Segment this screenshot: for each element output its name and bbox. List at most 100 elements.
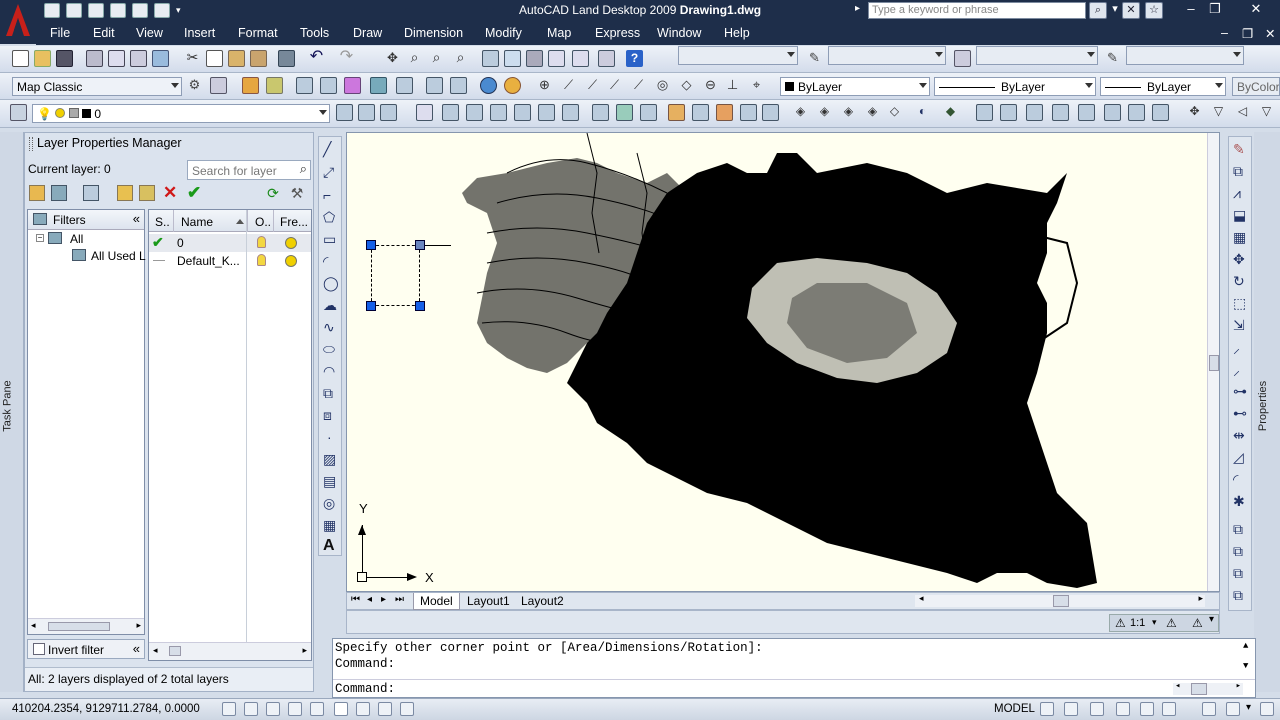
workspace-settings-icon[interactable]: ⚙ bbox=[186, 77, 203, 94]
qnew-icon[interactable] bbox=[12, 50, 29, 67]
grip-top-left[interactable] bbox=[366, 240, 376, 250]
make-block-icon[interactable]: ⧈ bbox=[323, 407, 332, 424]
polyline-icon[interactable]: ⌐ bbox=[323, 187, 331, 203]
make-current-layer-icon[interactable] bbox=[336, 104, 353, 121]
layer-states-icon[interactable] bbox=[380, 104, 397, 121]
express-tool-7-icon[interactable] bbox=[562, 104, 579, 121]
model-space-toggle[interactable]: MODEL bbox=[994, 703, 1035, 715]
polar-tracking-icon[interactable] bbox=[288, 702, 302, 716]
scroll-thumb[interactable] bbox=[1053, 595, 1069, 607]
redo-arrow-icon[interactable]: ↷ bbox=[338, 49, 355, 67]
search-icon[interactable]: ⌕ bbox=[1089, 2, 1107, 19]
table-row[interactable]: Default_K... bbox=[149, 252, 311, 270]
grid-mode-icon[interactable] bbox=[244, 702, 258, 716]
settings-wrench-icon[interactable]: ⚒ bbox=[289, 185, 305, 201]
trim-icon[interactable]: ⸝ bbox=[1233, 339, 1240, 358]
tab-layout2[interactable]: Layout2 bbox=[517, 594, 568, 608]
draworder-3-icon[interactable]: ⧉ bbox=[1233, 565, 1243, 582]
table-style-icon[interactable] bbox=[954, 50, 971, 67]
new-layer-icon[interactable] bbox=[117, 185, 133, 201]
express-tool-3-icon[interactable] bbox=[466, 104, 483, 121]
properties-icon[interactable] bbox=[482, 50, 499, 67]
hatch-icon[interactable]: ▨ bbox=[323, 451, 336, 468]
move-icon[interactable]: ✥ bbox=[1233, 251, 1245, 268]
next-tab-icon[interactable]: ▸ bbox=[381, 594, 386, 605]
map-tool-5-icon[interactable] bbox=[344, 77, 361, 94]
break-icon[interactable]: ⊷ bbox=[1233, 405, 1247, 422]
menu-draw[interactable]: Draw bbox=[353, 26, 382, 40]
last-tab-icon[interactable]: ⏭ bbox=[395, 594, 404, 605]
toolbar-lock-icon[interactable] bbox=[1226, 702, 1240, 716]
table-style-combo[interactable] bbox=[976, 46, 1098, 65]
layer-combo[interactable]: 💡 0 bbox=[32, 104, 330, 123]
join-icon[interactable]: ⇹ bbox=[1233, 427, 1245, 444]
express-tool-16-icon[interactable]: ◈ bbox=[792, 104, 809, 121]
map-tool-2-icon[interactable] bbox=[266, 77, 283, 94]
annotation-visibility-icon[interactable]: ⚠ bbox=[1166, 616, 1177, 630]
plot-icon[interactable] bbox=[86, 50, 103, 67]
help-icon[interactable]: ? bbox=[626, 50, 643, 67]
tree-expand-icon[interactable]: − bbox=[36, 234, 44, 242]
quick-view-layouts-icon[interactable] bbox=[1040, 702, 1054, 716]
object-snap-tracking-icon[interactable] bbox=[334, 702, 348, 716]
pan-status-icon[interactable] bbox=[1090, 702, 1104, 716]
new-layer-vp-frozen-icon[interactable] bbox=[139, 185, 155, 201]
ellipse-icon[interactable]: ⬭ bbox=[323, 341, 335, 358]
print-icon[interactable] bbox=[110, 3, 126, 18]
express-tool-33-icon[interactable]: ◁ bbox=[1234, 104, 1251, 121]
menu-help[interactable]: Help bbox=[724, 26, 750, 40]
globe-icon[interactable] bbox=[480, 77, 497, 94]
undo-icon[interactable] bbox=[132, 3, 148, 18]
express-tool-11-icon[interactable] bbox=[668, 104, 685, 121]
tree-item-all[interactable]: All bbox=[70, 232, 83, 246]
qa-dropdown-icon[interactable]: ▾ bbox=[176, 3, 186, 18]
match-properties-icon[interactable] bbox=[250, 50, 267, 67]
grip-top-right[interactable] bbox=[415, 240, 425, 250]
prev-tab-icon[interactable]: ◂ bbox=[367, 594, 372, 605]
snap-quadrant-icon[interactable]: ◇ bbox=[678, 77, 695, 94]
markup-icon[interactable] bbox=[572, 50, 589, 67]
lightbulb-on-icon[interactable] bbox=[257, 236, 266, 248]
layer-previous-icon[interactable] bbox=[358, 104, 375, 121]
draworder-4-icon[interactable]: ⧉ bbox=[1233, 587, 1243, 604]
pan-icon[interactable]: ✥ bbox=[384, 50, 401, 67]
collapse-filters-icon[interactable]: « bbox=[133, 211, 140, 226]
new-icon[interactable] bbox=[44, 3, 60, 18]
rectangle-icon[interactable]: ▭ bbox=[323, 231, 336, 248]
spline-icon[interactable]: ∿ bbox=[323, 319, 335, 336]
collapse-icon[interactable]: « bbox=[133, 641, 140, 656]
tool-palettes-icon[interactable] bbox=[526, 50, 543, 67]
command-prompt[interactable]: Command: bbox=[335, 682, 395, 696]
scroll-thumb[interactable] bbox=[48, 622, 110, 631]
sheet-set-icon[interactable] bbox=[548, 50, 565, 67]
auto-scale-icon[interactable]: ⚠ bbox=[1192, 616, 1203, 630]
doc-close-button[interactable]: ✕ bbox=[1265, 26, 1275, 41]
menu-window[interactable]: Window bbox=[657, 26, 701, 40]
line-icon[interactable]: ╱ bbox=[323, 141, 331, 158]
map-tool-3-icon[interactable] bbox=[296, 77, 313, 94]
stretch-icon[interactable]: ⇲ bbox=[1233, 317, 1245, 334]
plotstyle-combo[interactable]: ByColor bbox=[1232, 77, 1280, 96]
layer-search-input[interactable]: Search for layer ⌕ bbox=[187, 160, 311, 180]
col-name[interactable]: Name bbox=[181, 215, 213, 229]
menu-file[interactable]: File bbox=[50, 26, 70, 40]
refresh-icon[interactable]: ⟳ bbox=[265, 185, 281, 201]
break-point-icon[interactable]: ⊶ bbox=[1233, 383, 1247, 400]
menu-map[interactable]: Map bbox=[547, 26, 571, 40]
3d-dwf-icon[interactable] bbox=[152, 50, 169, 67]
rotate-icon[interactable]: ↻ bbox=[1233, 273, 1245, 290]
undo-arrow-icon[interactable]: ↶ bbox=[308, 49, 325, 67]
snap-nearest-icon[interactable]: ⌖ bbox=[748, 77, 765, 94]
snap-midpoint-icon[interactable]: ⟋ bbox=[560, 77, 577, 94]
sun-thawed-icon[interactable] bbox=[285, 255, 297, 267]
express-tool-24-icon[interactable] bbox=[1000, 104, 1017, 121]
menu-view[interactable]: View bbox=[136, 26, 163, 40]
express-tool-8-icon[interactable] bbox=[592, 104, 609, 121]
lightbulb-on-icon[interactable] bbox=[257, 254, 266, 266]
table-row[interactable]: ✔ 0 bbox=[149, 234, 311, 252]
delete-layer-icon[interactable]: ✕ bbox=[163, 183, 177, 203]
draworder-2-icon[interactable]: ⧉ bbox=[1233, 543, 1243, 560]
status-tray-dropdown-icon[interactable]: ▾ bbox=[1246, 702, 1251, 713]
zoom-realtime-icon[interactable]: ⌕ bbox=[406, 50, 423, 67]
express-tool-21-icon[interactable]: ◐ bbox=[914, 104, 931, 121]
